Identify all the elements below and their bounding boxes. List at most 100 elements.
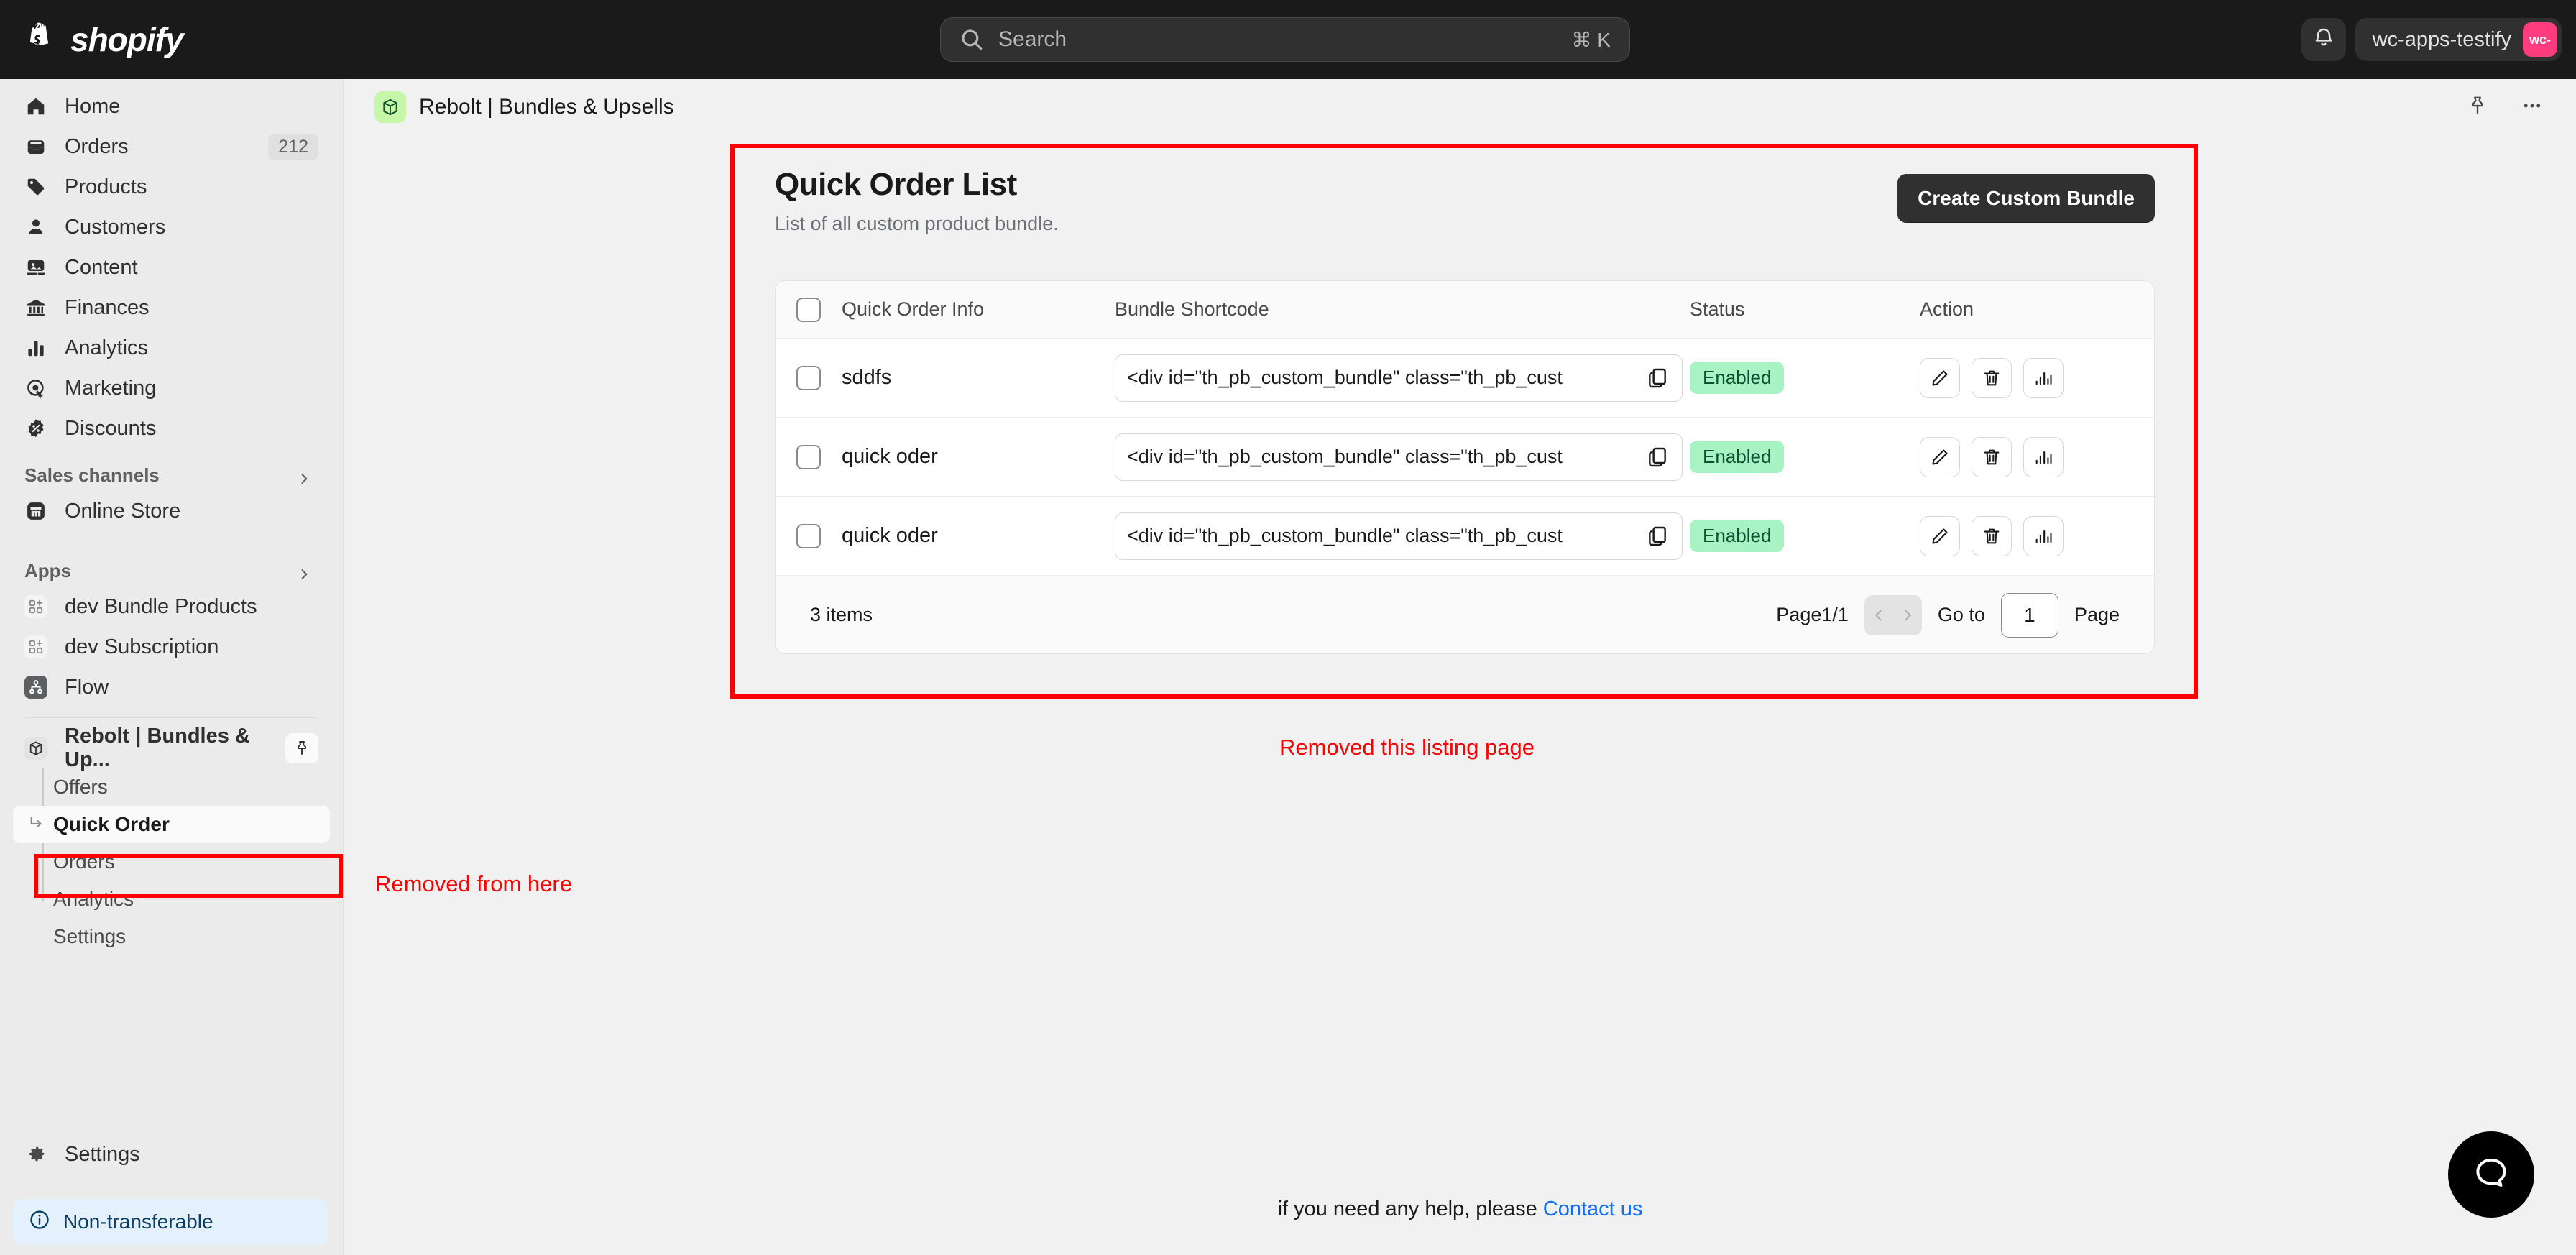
copy-icon[interactable]: [1643, 522, 1672, 551]
info-circle-icon: [29, 1209, 50, 1236]
row-checkbox[interactable]: [796, 444, 821, 469]
store-switcher[interactable]: wc-apps-testify wc-: [2355, 18, 2562, 61]
select-all-checkbox[interactable]: [796, 297, 821, 322]
chevron-right-icon: [297, 469, 311, 484]
flow-nodes-icon: [24, 676, 47, 699]
sidebar-item-app-settings[interactable]: Settings: [13, 918, 330, 955]
search-input[interactable]: Search ⌘ K: [940, 17, 1630, 62]
shortcode-field[interactable]: <div id="th_pb_custom_bundle" class="th_…: [1115, 354, 1683, 402]
stats-icon[interactable]: [2023, 515, 2064, 556]
edit-icon[interactable]: [1920, 357, 1960, 398]
sidebar-item-discounts[interactable]: Discounts: [13, 408, 330, 449]
search-shortcut: ⌘ K: [1571, 28, 1611, 51]
sales-channels-label: Sales channels: [24, 464, 160, 486]
row-shortcode-cell: <div id="th_pb_custom_bundle" class="th_…: [1115, 512, 1690, 560]
sidebar-item-dev-subscription[interactable]: dev Subscription: [13, 627, 330, 667]
sidebar-item-customers[interactable]: Customers: [13, 207, 330, 247]
app-blocks-icon: [24, 635, 47, 658]
annotation-listing-text: Removed this listing page: [1279, 735, 1535, 760]
non-transferable-banner[interactable]: Non-transferable: [13, 1199, 328, 1245]
stats-icon[interactable]: [2023, 357, 2064, 398]
row-status-cell: Enabled: [1690, 362, 1920, 394]
shortcode-field[interactable]: <div id="th_pb_custom_bundle" class="th_…: [1115, 433, 1683, 481]
sidebar-item-offers[interactable]: Offers: [13, 768, 330, 806]
sidebar-item-flow[interactable]: Flow: [13, 667, 330, 707]
shortcode-text: <div id="th_pb_custom_bundle" class="th_…: [1127, 367, 1563, 388]
column-header-bundle-shortcode: Bundle Shortcode: [1115, 298, 1269, 320]
select-all-cell: [776, 297, 842, 322]
delete-icon[interactable]: [1972, 515, 2012, 556]
sales-channels-heading[interactable]: Sales channels: [24, 464, 318, 487]
create-custom-bundle-button[interactable]: Create Custom Bundle: [1898, 174, 2155, 223]
annotation-nav-text: Removed from here: [375, 871, 572, 896]
sidebar-item-online-store[interactable]: Online Store: [13, 491, 330, 531]
sidebar-item-products[interactable]: Products: [13, 167, 330, 207]
items-count: 3 items: [810, 604, 873, 625]
sidebar-item-settings[interactable]: Settings: [13, 1134, 330, 1174]
quick-order-card-header: Quick Order List List of all custom prod…: [775, 167, 2155, 235]
sidebar-item-home[interactable]: Home: [13, 86, 330, 127]
sidebar-item-label: Orders: [65, 134, 129, 158]
sidebar-item-label: Settings: [65, 1142, 140, 1166]
sidebar-item-marketing[interactable]: Marketing: [13, 368, 330, 408]
row-shortcode-cell: <div id="th_pb_custom_bundle" class="th_…: [1115, 433, 1690, 481]
prev-page-button[interactable]: [1864, 595, 1893, 635]
sidebar-item-label: dev Subscription: [65, 635, 219, 658]
notifications-button[interactable]: [2301, 18, 2346, 61]
row-actions-cell: [1920, 436, 2154, 477]
edit-icon[interactable]: [1920, 436, 1960, 477]
row-checkbox[interactable]: [796, 365, 821, 390]
table-header-row: Quick Order Info Bundle Shortcode Status…: [776, 281, 2154, 339]
sidebar-item-label: Discounts: [65, 416, 157, 440]
shortcode-text: <div id="th_pb_custom_bundle" class="th_…: [1127, 446, 1563, 467]
delete-icon[interactable]: [1972, 436, 2012, 477]
sidebar-item-content[interactable]: Content: [13, 247, 330, 288]
person-icon: [24, 216, 47, 239]
sidebar-item-label: Online Store: [65, 499, 181, 523]
orders-count-badge: 212: [268, 133, 318, 160]
pin-app-button[interactable]: [285, 733, 318, 763]
sidebar-item-label: Content: [65, 255, 138, 279]
row-action-group: [1920, 515, 2154, 556]
sidebar-item-dev-bundle-products[interactable]: dev Bundle Products: [13, 587, 330, 627]
delete-icon[interactable]: [1972, 357, 2012, 398]
column-header-quick-order-info: Quick Order Info: [842, 298, 985, 320]
page-suffix-label: Page: [2074, 604, 2120, 625]
copy-icon[interactable]: [1643, 364, 1672, 392]
row-status-cell: Enabled: [1690, 441, 1920, 473]
row-checkbox[interactable]: [796, 523, 821, 548]
sidebar-item-orders[interactable]: Orders 212: [13, 127, 330, 167]
next-page-button[interactable]: [1893, 595, 1922, 635]
copy-icon[interactable]: [1643, 443, 1672, 472]
stats-icon[interactable]: [2023, 436, 2064, 477]
page-header: Rebolt | Bundles & Upsells: [344, 79, 2576, 135]
sidebar-item-quick-order[interactable]: Quick Order: [13, 806, 330, 843]
shortcode-field[interactable]: <div id="th_pb_custom_bundle" class="th_…: [1115, 512, 1683, 560]
top-bar: shopify Search ⌘ K wc-apps-testify wc-: [0, 0, 2576, 79]
goto-label: Go to: [1937, 604, 1985, 625]
row-quick-order-info: sddfs: [842, 366, 892, 389]
apps-heading[interactable]: Apps: [24, 560, 318, 582]
contact-us-link[interactable]: Contact us: [1543, 1197, 1643, 1220]
pin-icon[interactable]: [2467, 95, 2488, 120]
sidebar-item-finances[interactable]: Finances: [13, 288, 330, 328]
bar-chart-icon: [24, 336, 47, 359]
page-number-input[interactable]: [2000, 592, 2058, 638]
storefront-icon: [24, 500, 47, 523]
sidebar-item-rebolt-app[interactable]: Rebolt | Bundles & Up...: [13, 725, 330, 771]
edit-icon[interactable]: [1920, 515, 1960, 556]
shopify-logo[interactable]: shopify: [27, 20, 184, 59]
table-row: quick oder <div id="th_pb_custom_bundle"…: [776, 497, 2154, 576]
package-icon: [24, 737, 47, 760]
help-chat-button[interactable]: [2448, 1131, 2534, 1218]
footer-help-text: if you need any help, please: [1277, 1197, 1543, 1220]
sidebar-item-analytics[interactable]: Analytics: [13, 328, 330, 368]
avatar: wc-: [2523, 22, 2557, 57]
footer-help: if you need any help, please Contact us: [344, 1197, 2576, 1221]
column-header-status: Status: [1690, 298, 1745, 320]
page-indicator: Page1/1: [1776, 604, 1849, 625]
row-action-group: [1920, 357, 2154, 398]
image-icon: [24, 256, 47, 279]
search-placeholder: Search: [998, 27, 1067, 51]
ellipsis-icon[interactable]: [2521, 95, 2543, 120]
